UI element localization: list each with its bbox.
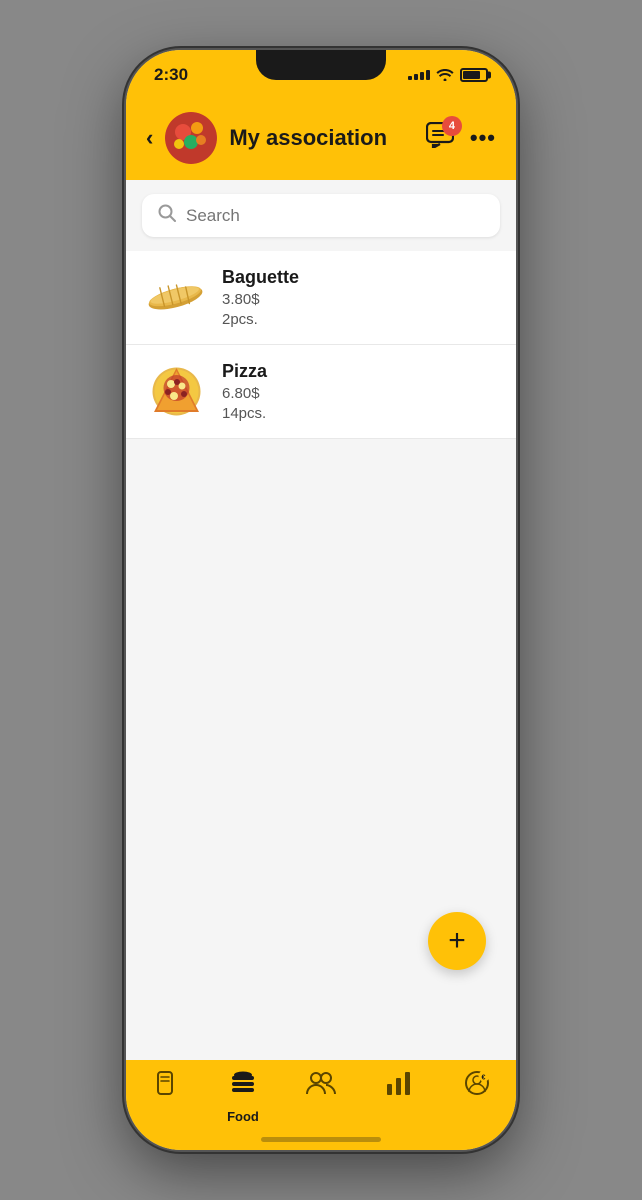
avatar <box>165 112 217 164</box>
back-button[interactable]: ‹ <box>146 125 153 151</box>
item-name: Pizza <box>222 361 267 382</box>
more-options-button[interactable]: ••• <box>470 125 496 151</box>
notification-button[interactable]: 4 <box>426 122 454 155</box>
home-indicator <box>261 1137 381 1142</box>
nav-item-drinks[interactable] <box>126 1070 204 1105</box>
app-header: ‹ My association <box>126 100 516 180</box>
nav-item-account[interactable]: € <box>438 1070 516 1103</box>
item-image-pizza <box>146 367 206 417</box>
item-name: Baguette <box>222 267 299 288</box>
content-area: Baguette 3.80$ 2pcs. <box>126 180 516 1060</box>
item-quantity: 2pcs. <box>222 311 299 328</box>
bottom-nav: Food <box>126 1060 516 1150</box>
item-info-baguette: Baguette 3.80$ 2pcs. <box>222 267 299 328</box>
phone-screen: 2:30 <box>126 50 516 1150</box>
item-price: 6.80$ <box>222 385 267 402</box>
stats-icon <box>386 1070 412 1103</box>
header-right: 4 ••• <box>426 122 496 155</box>
search-container <box>126 180 516 251</box>
nav-label-food: Food <box>227 1109 259 1124</box>
search-input[interactable] <box>186 206 484 226</box>
notification-badge: 4 <box>442 116 462 136</box>
fab-container: + <box>428 912 486 970</box>
page-title: My association <box>229 125 387 151</box>
item-quantity: 14pcs. <box>222 405 267 422</box>
signal-dots-icon <box>408 70 430 80</box>
item-price: 3.80$ <box>222 291 299 308</box>
battery-icon <box>460 68 488 82</box>
search-icon <box>158 204 176 227</box>
food-icon <box>229 1070 257 1105</box>
list-item[interactable]: Baguette 3.80$ 2pcs. <box>126 251 516 345</box>
phone-frame: 2:30 <box>126 50 516 1150</box>
account-icon: € <box>464 1070 490 1103</box>
item-image-baguette <box>146 273 206 323</box>
wifi-icon <box>436 67 454 84</box>
people-icon <box>306 1070 336 1103</box>
status-bar: 2:30 <box>126 50 516 100</box>
battery-fill <box>463 71 480 79</box>
nav-item-people[interactable] <box>282 1070 360 1103</box>
drinks-icon <box>153 1070 177 1105</box>
search-bar[interactable] <box>142 194 500 237</box>
svg-text:€: € <box>482 1075 486 1082</box>
add-item-button[interactable]: + <box>428 912 486 970</box>
list-item[interactable]: Pizza 6.80$ 14pcs. <box>126 345 516 439</box>
items-list: Baguette 3.80$ 2pcs. <box>126 251 516 439</box>
nav-item-stats[interactable] <box>360 1070 438 1103</box>
status-time: 2:30 <box>154 65 188 85</box>
status-icons <box>408 67 488 84</box>
header-left: ‹ My association <box>146 112 387 164</box>
item-info-pizza: Pizza 6.80$ 14pcs. <box>222 361 267 422</box>
phone-wrapper: 2:30 <box>0 0 642 1200</box>
notch <box>256 50 386 80</box>
nav-item-food[interactable]: Food <box>204 1070 282 1124</box>
